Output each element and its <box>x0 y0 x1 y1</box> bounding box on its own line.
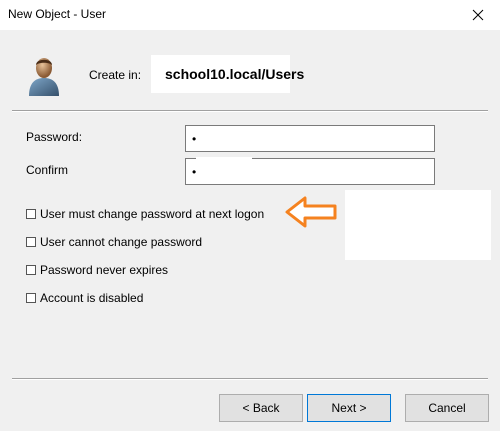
cancel-button[interactable]: Cancel <box>405 394 489 422</box>
option-label: User must change password at next logon <box>40 207 265 221</box>
next-button[interactable]: Next > <box>307 394 391 422</box>
create-in-value-box: school10.local/Users <box>151 55 304 93</box>
option-label: User cannot change password <box>40 235 203 249</box>
checkbox[interactable] <box>26 265 36 275</box>
redaction-mask <box>196 157 252 168</box>
close-button[interactable] <box>456 0 500 30</box>
user-icon <box>29 58 59 96</box>
option-must-change-password[interactable]: User must change password at next logon <box>26 207 264 221</box>
create-in-label: Create in: <box>89 68 142 82</box>
confirm-label: Confirm <box>26 163 69 177</box>
close-icon <box>472 9 484 21</box>
left-arrow-icon <box>285 196 337 228</box>
separator-bottom <box>12 378 488 380</box>
option-label: Password never expires <box>40 263 169 277</box>
checkbox[interactable] <box>26 209 36 219</box>
option-password-never-expires[interactable]: Password never expires <box>26 263 168 277</box>
separator-top <box>12 110 488 112</box>
password-label: Password: <box>26 130 83 144</box>
create-in-value: school10.local/Users <box>165 66 305 82</box>
option-label: Account is disabled <box>40 291 144 305</box>
window-title: New Object - User <box>8 7 107 21</box>
back-button[interactable]: < Back <box>219 394 303 422</box>
redaction-box <box>345 190 491 260</box>
option-account-disabled[interactable]: Account is disabled <box>26 291 143 305</box>
password-field[interactable] <box>185 125 435 152</box>
title-bar: New Object - User <box>0 0 500 30</box>
option-cannot-change-password[interactable]: User cannot change password <box>26 235 202 249</box>
checkbox[interactable] <box>26 293 36 303</box>
checkbox[interactable] <box>26 237 36 247</box>
